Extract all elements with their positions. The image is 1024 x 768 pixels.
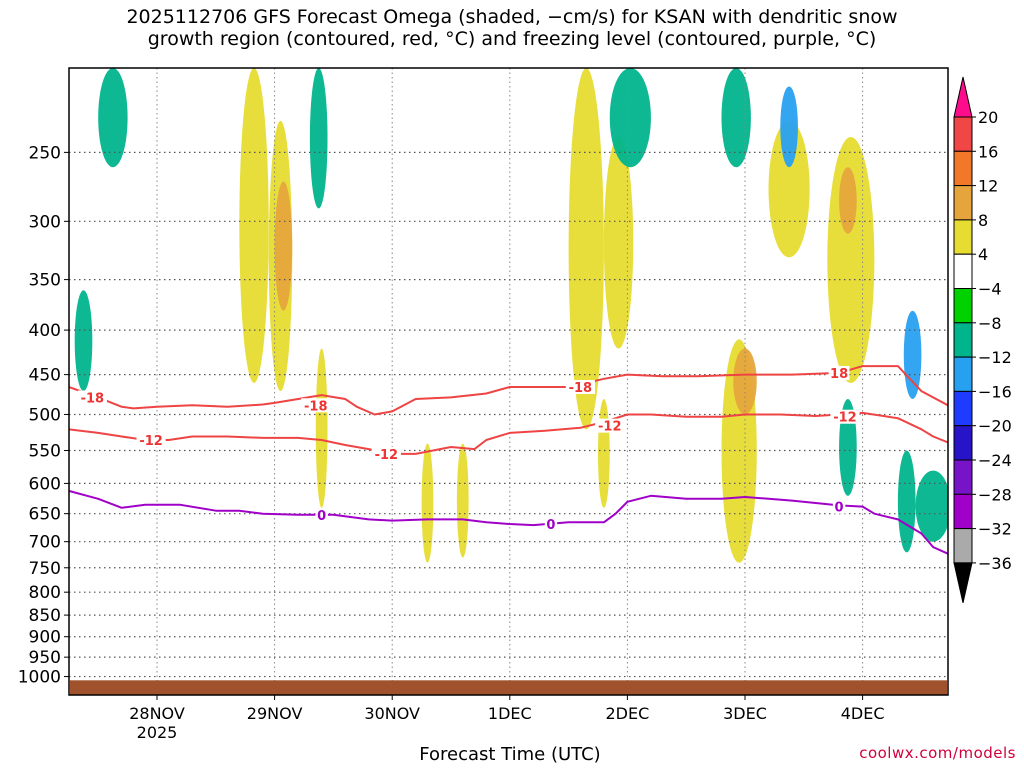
colorbar-label: −24 (978, 451, 1012, 470)
colorbar: 20 16 12 8 4 −4 −8 −12 −16 −20 −24 −28 −32 −36 (953, 76, 1012, 604)
x-tick-label: 4DEC (841, 704, 885, 723)
x-tick-label: 30NOV (364, 704, 420, 723)
x-tick-label: 2DEC (606, 704, 650, 723)
colorbar-box (953, 116, 973, 152)
colorbar-box (953, 493, 973, 530)
omega-area (274, 181, 293, 311)
contour-label: -12 (833, 411, 857, 426)
colorbar-label: 20 (978, 108, 998, 127)
plot-background (69, 68, 948, 695)
colorbar-label: −20 (978, 417, 1012, 436)
omega-area (897, 450, 916, 553)
colorbar-box (953, 528, 973, 564)
y-tick-label: 900 (29, 628, 61, 648)
omega-area (598, 399, 610, 508)
contour-label: -12 (139, 434, 163, 449)
omega-area (568, 68, 604, 430)
colorbar-label: −16 (978, 382, 1012, 401)
contour-label: -18 (81, 391, 105, 406)
ground-terrain (70, 680, 947, 695)
colorbar-label: −12 (978, 348, 1012, 367)
y-tick-label: 400 (29, 321, 61, 341)
y-tick-label: 250 (29, 143, 61, 163)
x-axis: 28NOV2025 29NOV 30NOV 1DEC 2DEC 3DEC 4DEC (129, 695, 884, 742)
y-tick-label: 950 (29, 648, 61, 668)
omega-area (915, 470, 948, 542)
colorbar-box (953, 288, 973, 324)
colorbar-top-triangle (953, 76, 973, 118)
contour-label: 0 (317, 509, 326, 524)
colorbar-box (953, 322, 973, 358)
plot-area (69, 68, 948, 695)
contour-label: -18 (569, 381, 593, 396)
y-tick-label: 300 (29, 212, 61, 232)
y-tick-label: 350 (29, 271, 61, 291)
omega-area (74, 290, 93, 392)
omega-area (456, 443, 469, 558)
omega-area (309, 68, 328, 209)
contour-label: -12 (598, 420, 622, 435)
colorbar-bottom-triangle (953, 562, 973, 604)
y-axis: 2503003504004505005506006507007508008509… (18, 143, 69, 688)
omega-area (239, 68, 269, 383)
omega-area (98, 68, 128, 168)
y-tick-label: 600 (29, 474, 61, 494)
x-tick-label: 1DEC (488, 704, 532, 723)
contour-label: -12 (375, 448, 399, 463)
colorbar-label: 12 (978, 177, 998, 196)
credit-text: coolwx.com/models (859, 744, 1016, 762)
x-tick-label: 28NOV (129, 704, 185, 723)
colorbar-label: −4 (978, 280, 1002, 299)
omega-area (721, 68, 751, 168)
colorbar-label: 16 (978, 142, 998, 161)
colorbar-box (953, 150, 973, 187)
y-tick-label: 700 (29, 533, 61, 553)
colorbar-label: −36 (978, 554, 1012, 573)
omega-area (733, 348, 757, 415)
omega-area (603, 136, 634, 349)
colorbar-box (953, 390, 973, 427)
x-tick-sublabel: 2025 (137, 723, 178, 742)
y-tick-label: 750 (29, 559, 61, 579)
y-tick-label: 550 (29, 442, 61, 462)
y-tick-label: 850 (29, 606, 61, 626)
contour-label: 0 (546, 518, 555, 533)
ground-strip (70, 680, 947, 695)
y-tick-label: 1000 (18, 668, 61, 688)
omega-area (780, 86, 798, 168)
y-tick-label: 650 (29, 505, 61, 525)
colorbar-box (953, 185, 973, 221)
colorbar-label: 8 (978, 211, 988, 230)
colorbar-label: −28 (978, 485, 1012, 504)
colorbar-label: −8 (978, 314, 1002, 333)
y-tick-label: 800 (29, 583, 61, 603)
x-axis-label-text: Forecast Time (UTC) (419, 744, 601, 765)
colorbar-label: −32 (978, 520, 1012, 539)
colorbar-box (953, 219, 973, 255)
colorbar-box (953, 425, 973, 461)
contour-label: 0 (835, 501, 844, 516)
y-tick-label: 450 (29, 366, 61, 386)
omega-chart: -18 -18 -18 18 -12 -12 -12 -12 0 0 0 250 300 350 400 4… (18, 67, 1012, 742)
colorbar-label: 4 (978, 245, 988, 264)
omega-area (315, 348, 328, 508)
colorbar-box (953, 459, 973, 495)
colorbar-box (953, 253, 973, 289)
x-tick-label: 3DEC (723, 704, 767, 723)
omega-area (421, 443, 434, 563)
contour-label: -18 (304, 399, 328, 414)
y-tick-label: 500 (29, 405, 61, 425)
x-tick-label: 29NOV (247, 704, 303, 723)
contour-label: 18 (830, 367, 848, 382)
omega-area (903, 310, 922, 400)
colorbar-box (953, 356, 973, 392)
omega-area (839, 167, 857, 234)
